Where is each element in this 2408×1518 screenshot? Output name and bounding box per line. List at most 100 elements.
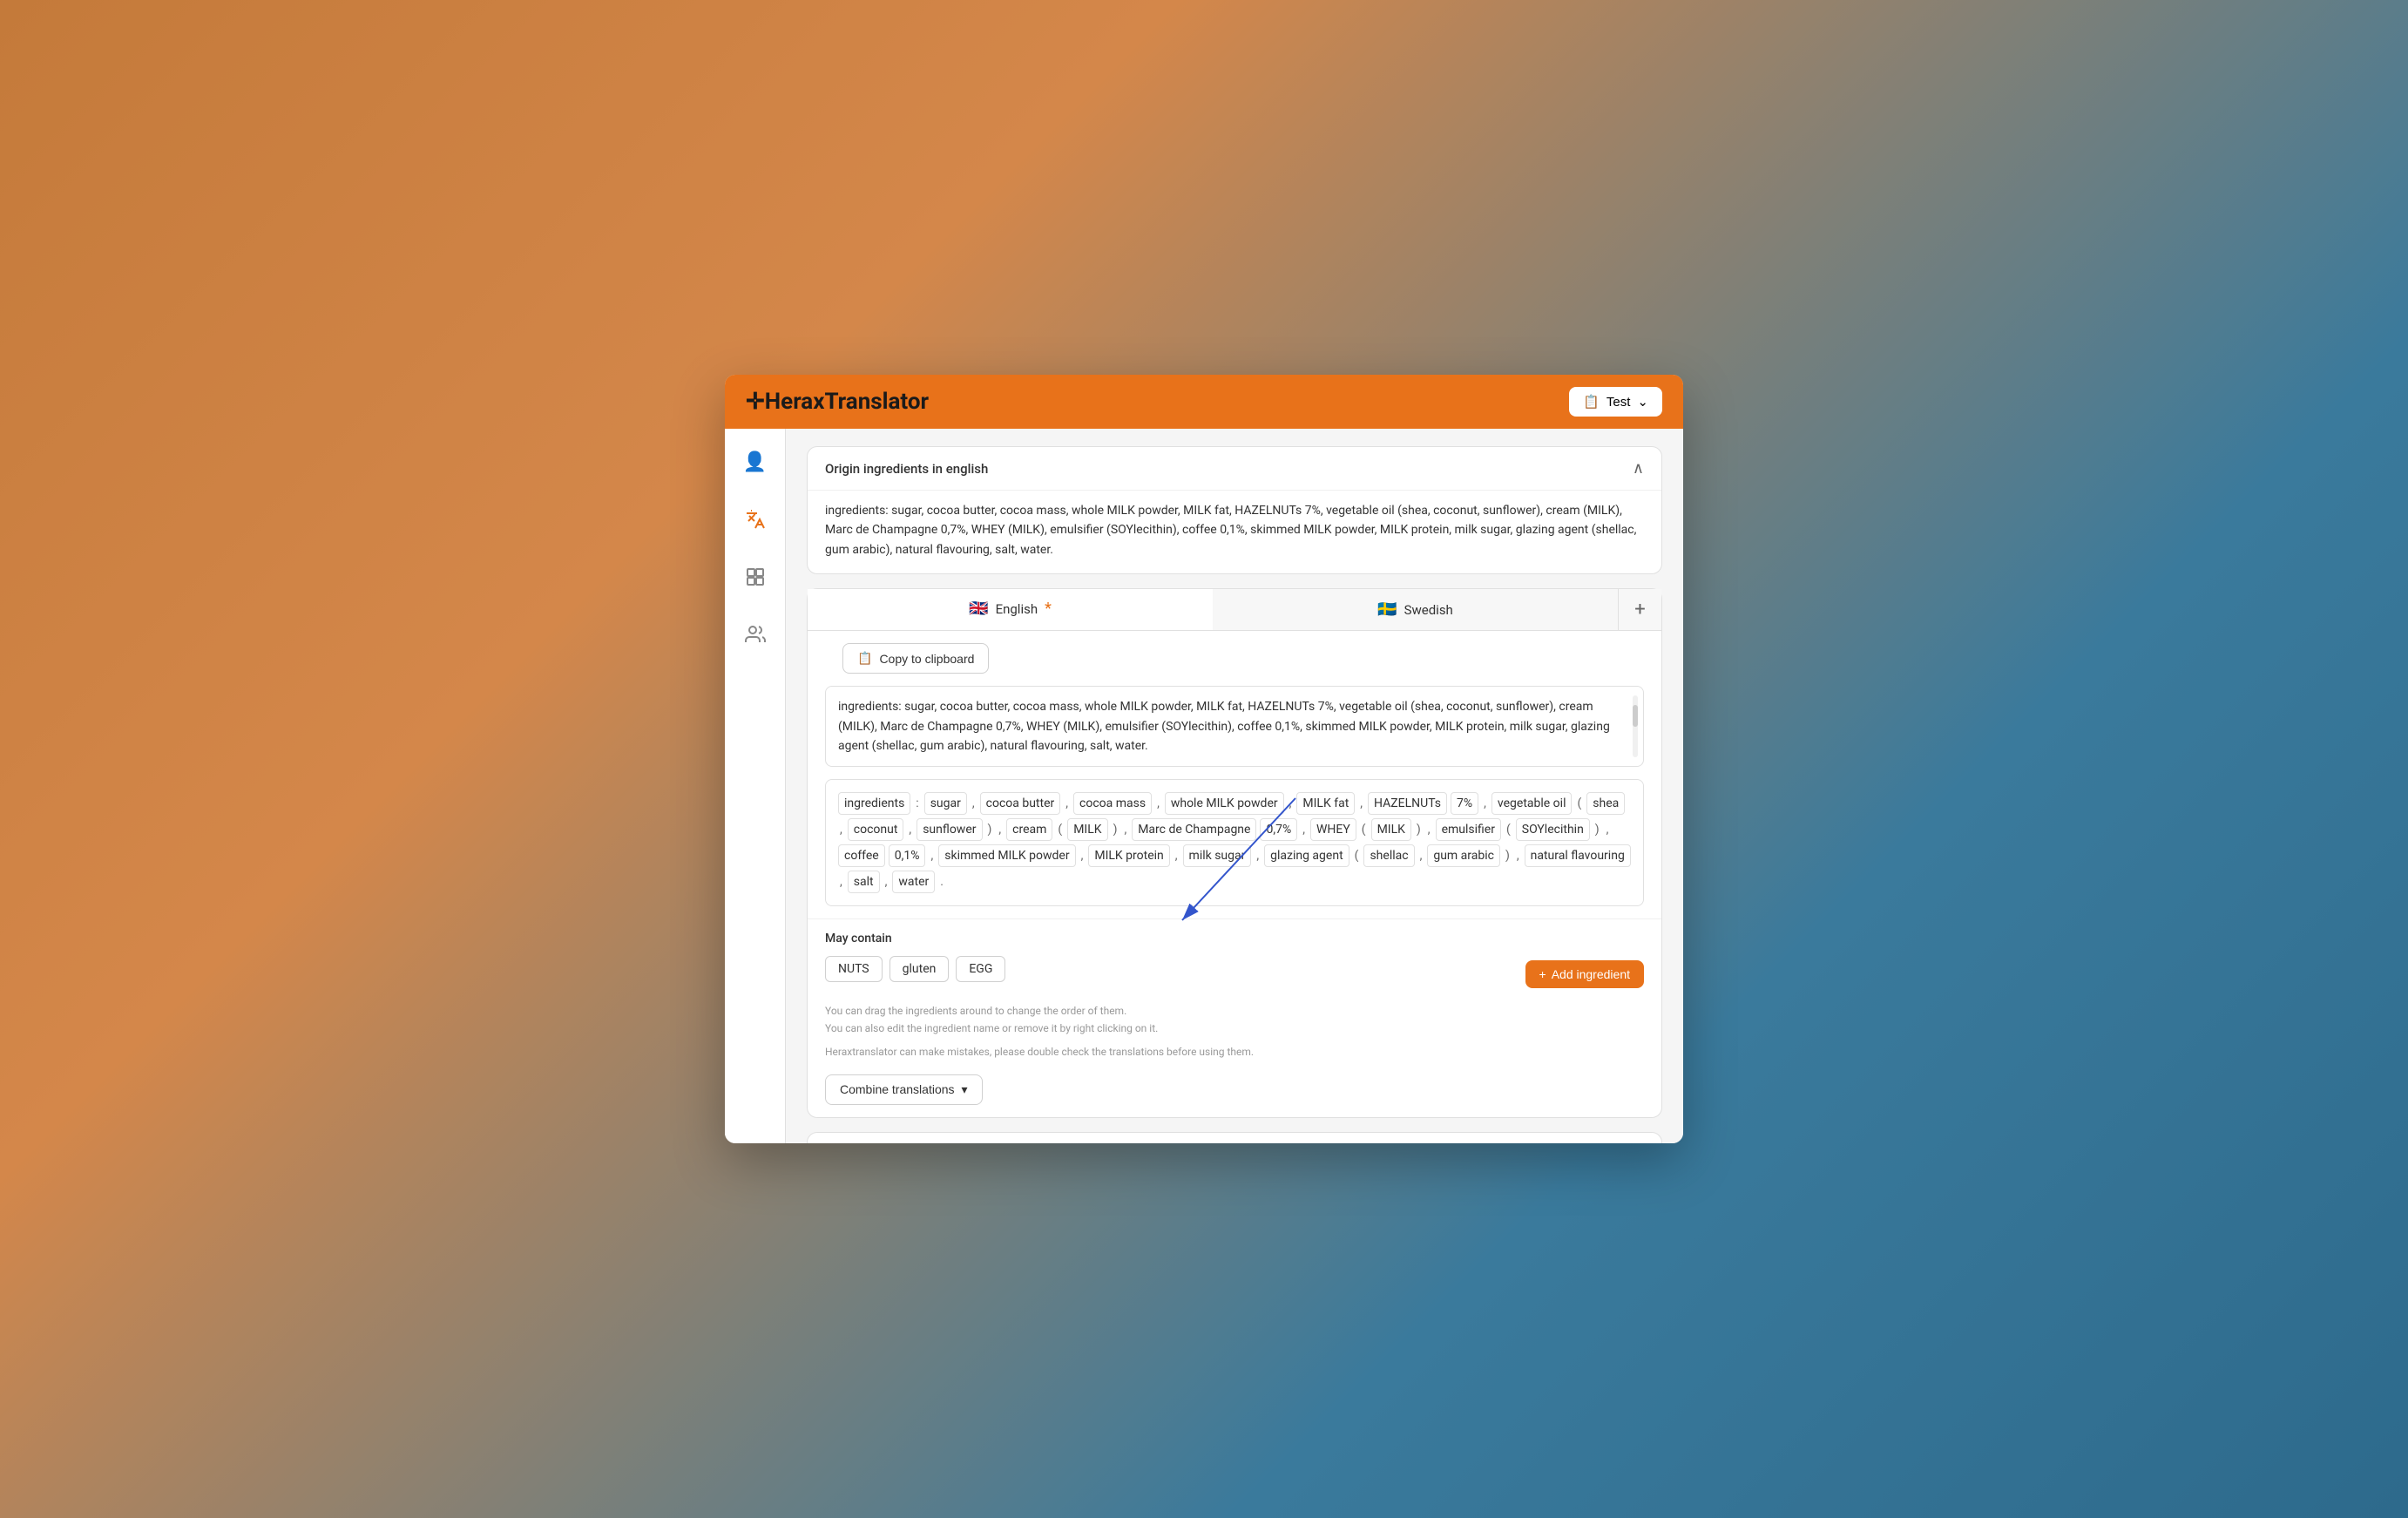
ingredient-token[interactable]: WHEY: [1310, 818, 1356, 841]
allergen-tags: NUTS gluten EGG: [825, 956, 1005, 982]
clipboard-icon: 📋: [857, 651, 872, 666]
may-contain-section: May contain NUTS gluten EGG + Add ingred…: [808, 918, 1661, 1117]
add-language-button[interactable]: +: [1618, 589, 1661, 630]
ingredient-token[interactable]: 0,1%: [889, 844, 926, 867]
ingredient-token[interactable]: sunflower: [917, 818, 982, 841]
ingredient-token[interactable]: shea: [1586, 792, 1625, 815]
punctuation-token: ,: [1358, 795, 1364, 812]
punctuation-token: ,: [1255, 847, 1261, 864]
ingredient-token[interactable]: cocoa mass: [1073, 792, 1152, 815]
ingredient-token[interactable]: 7%: [1451, 792, 1478, 815]
punctuation-token: ,: [1079, 847, 1086, 864]
logo-prefix: ✛: [746, 389, 765, 415]
ingredient-token[interactable]: MILK: [1067, 818, 1107, 841]
ingredient-token[interactable]: cocoa butter: [980, 792, 1061, 815]
drag-hint-text: You can drag the ingredients around to c…: [825, 1003, 1644, 1020]
swedish-flag: 🇸🇪: [1377, 600, 1397, 619]
punctuation-token: ,: [1515, 847, 1521, 864]
nutrition-card: Nutrition values per 100g kJkcalfatsatur…: [807, 1132, 1662, 1143]
add-ingredient-button[interactable]: + Add ingredient: [1525, 960, 1644, 988]
clipboard-btn-label: Copy to clipboard: [879, 652, 974, 666]
ingredient-token[interactable]: skimmed MILK powder: [938, 844, 1075, 867]
ingredient-token[interactable]: milk sugar: [1183, 844, 1252, 867]
punctuation-token: (: [1505, 821, 1512, 838]
punctuation-token: (: [1360, 821, 1368, 838]
punctuation-token: ,: [1418, 847, 1424, 864]
ingredient-token[interactable]: cream: [1006, 818, 1052, 841]
punctuation-token: ,: [971, 795, 977, 812]
allergen-egg[interactable]: EGG: [956, 956, 1005, 982]
origin-text: ingredients: sugar, cocoa butter, cocoa …: [808, 490, 1661, 573]
translation-text-box: ingredients: sugar, cocoa butter, cocoa …: [825, 686, 1644, 767]
ingredient-token[interactable]: coffee: [838, 844, 885, 867]
punctuation-token: ,: [1122, 821, 1128, 838]
ingredient-token[interactable]: MILK protein: [1088, 844, 1169, 867]
ingredient-token[interactable]: ingredients: [838, 792, 910, 815]
allergen-gluten[interactable]: gluten: [889, 956, 950, 982]
punctuation-token: .: [938, 873, 945, 891]
chevron-down-icon: ⌄: [1637, 394, 1648, 410]
header-btn-label: Test: [1606, 395, 1631, 410]
sidebar-item-user[interactable]: 👤: [740, 446, 771, 478]
may-contain-label: May contain: [825, 932, 1644, 945]
chevron-down-icon-combine: ▾: [962, 1082, 968, 1097]
punctuation-token: ,: [1174, 847, 1180, 864]
punctuation-token: ): [986, 821, 994, 838]
origin-section: Origin ingredients in english ∧ ingredie…: [807, 446, 1662, 574]
punctuation-token: ): [1415, 821, 1423, 838]
ingredient-token[interactable]: glazing agent: [1264, 844, 1349, 867]
test-button[interactable]: 📋 Test ⌄: [1569, 387, 1662, 417]
ingredient-token[interactable]: sugar: [924, 792, 967, 815]
ingredient-token[interactable]: Marc de Champagne: [1132, 818, 1256, 841]
scrollbar-thumb[interactable]: [1633, 705, 1638, 727]
translation-card: 🇬🇧 English * 🇸🇪 Swedish + 📋 Copy to clip…: [807, 588, 1662, 1118]
ingredient-token[interactable]: HAZELNUTs: [1368, 792, 1447, 815]
app-body: 👤: [725, 429, 1683, 1143]
punctuation-token: ,: [1301, 821, 1307, 838]
copy-clipboard-button[interactable]: 📋 Copy to clipboard: [842, 643, 989, 674]
punctuation-token: ,: [838, 873, 844, 891]
ingredient-token[interactable]: 0,7%: [1260, 818, 1297, 841]
punctuation-token: ,: [838, 821, 844, 838]
tab-english[interactable]: 🇬🇧 English *: [808, 589, 1213, 630]
swedish-tab-label: Swedish: [1404, 602, 1453, 618]
sidebar: 👤: [725, 429, 786, 1143]
ingredient-token[interactable]: MILK fat: [1296, 792, 1355, 815]
ingredient-token[interactable]: water: [892, 871, 935, 893]
punctuation-token: ,: [1482, 795, 1488, 812]
logo-text: HeraxTranslator: [765, 389, 929, 415]
sidebar-item-translate[interactable]: [740, 504, 771, 535]
combine-translations-button[interactable]: Combine translations ▾: [825, 1074, 983, 1105]
ingredient-token[interactable]: vegetable oil: [1491, 792, 1573, 815]
ingredient-token[interactable]: coconut: [848, 818, 904, 841]
english-tab-label: English: [996, 601, 1038, 617]
sidebar-item-grid[interactable]: [740, 561, 771, 593]
punctuation-token: ,: [997, 821, 1003, 838]
ingredient-token[interactable]: shellac: [1363, 844, 1414, 867]
clipboard-header-icon: 📋: [1583, 394, 1600, 410]
punctuation-token: ): [1504, 847, 1512, 864]
ingredient-token[interactable]: SOYlecithin: [1516, 818, 1590, 841]
allergen-row: NUTS gluten EGG + Add ingredient: [825, 956, 1644, 993]
ingredient-token[interactable]: emulsifier: [1436, 818, 1501, 841]
allergen-nuts[interactable]: NUTS: [825, 956, 883, 982]
ingredient-token[interactable]: salt: [848, 871, 880, 893]
ingredient-token[interactable]: natural flavouring: [1525, 844, 1631, 867]
origin-collapse-icon[interactable]: ∧: [1633, 459, 1644, 478]
app-window: ✛HeraxTranslator 📋 Test ⌄ 👤: [725, 375, 1683, 1143]
punctuation-token: ,: [1155, 795, 1161, 812]
drag-hint: You can drag the ingredients around to c…: [825, 1003, 1644, 1036]
ingredient-token[interactable]: gum arabic: [1427, 844, 1500, 867]
punctuation-token: ,: [883, 873, 889, 891]
punctuation-token: ): [1112, 821, 1119, 838]
punctuation-token: :: [914, 795, 920, 812]
punctuation-token: (: [1056, 821, 1064, 838]
ingredient-token[interactable]: MILK: [1371, 818, 1411, 841]
ingredient-token[interactable]: whole MILK powder: [1165, 792, 1284, 815]
tab-swedish[interactable]: 🇸🇪 Swedish: [1213, 589, 1618, 630]
edit-hint-text: You can also edit the ingredient name or…: [825, 1020, 1644, 1037]
sidebar-item-team[interactable]: [740, 619, 771, 650]
disclaimer-text: Heraxtranslator can make mistakes, pleas…: [825, 1044, 1644, 1061]
combine-label: Combine translations: [840, 1082, 955, 1096]
punctuation-token: ,: [907, 821, 913, 838]
